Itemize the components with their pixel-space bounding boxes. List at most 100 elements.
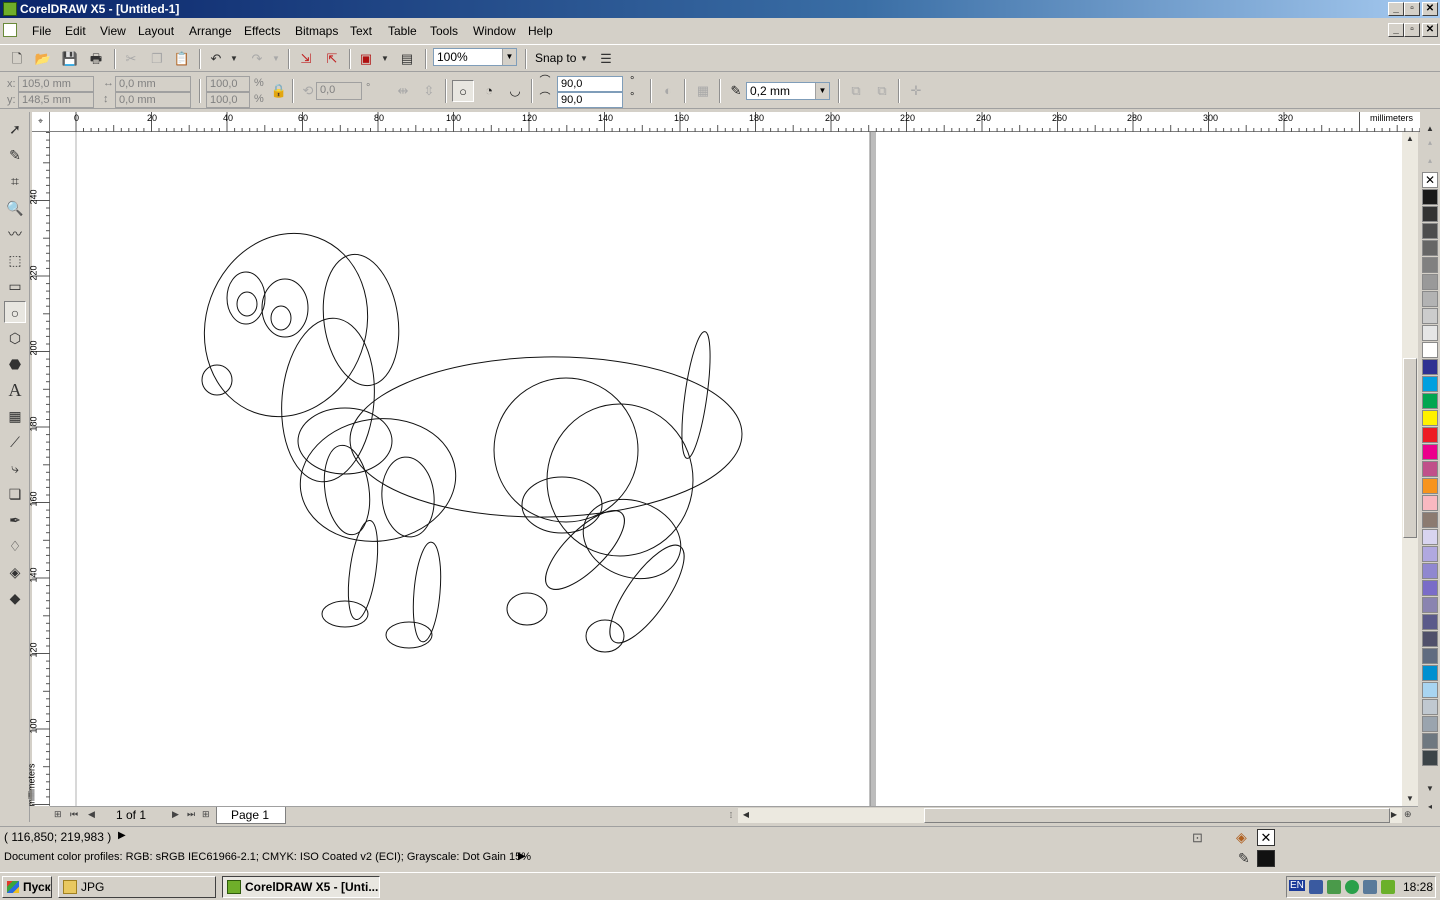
dimension-tool-icon[interactable]: ⟋ xyxy=(4,431,26,453)
fill-color-none-icon[interactable]: ✕ xyxy=(1257,829,1275,846)
palette-scroll-up-page-icon[interactable]: ▴ xyxy=(1422,136,1438,150)
palette-swatch[interactable] xyxy=(1422,512,1438,528)
drawing-canvas[interactable] xyxy=(50,132,1402,806)
palette-swatch[interactable] xyxy=(1422,393,1438,409)
dog-hind-thigh-1[interactable] xyxy=(521,476,603,534)
document-icon[interactable] xyxy=(3,23,17,37)
dog-front-paw-2[interactable] xyxy=(385,621,433,649)
dog-ear-right[interactable] xyxy=(315,249,407,390)
options-icon[interactable]: ☰ xyxy=(596,49,616,69)
next-page-icon[interactable]: ▶ xyxy=(172,809,179,820)
palette-swatch[interactable] xyxy=(1422,376,1438,392)
palette-swatch[interactable] xyxy=(1422,461,1438,477)
x-position-field[interactable]: 105,0 mm xyxy=(18,76,94,92)
zoom-tool-icon[interactable]: 🔍 xyxy=(4,197,26,219)
palette-swatch[interactable] xyxy=(1422,427,1438,443)
outline-color-swatch[interactable] xyxy=(1257,850,1275,867)
task-jpg-folder[interactable]: JPG xyxy=(58,876,216,898)
palette-swatch[interactable] xyxy=(1422,206,1438,222)
arc-direction-icon[interactable]: ◐ xyxy=(657,80,679,102)
dog-hip-2[interactable] xyxy=(546,403,694,557)
dog-front-leg-2-upper[interactable] xyxy=(379,455,438,539)
menu-arrange[interactable]: Arrange xyxy=(189,24,232,38)
palette-swatch[interactable] xyxy=(1422,444,1438,460)
palette-scroll-up-icon[interactable]: ▲ xyxy=(1422,122,1438,136)
palette-scroll-down-icon[interactable]: ▼ xyxy=(1422,782,1438,796)
object-info-icon[interactable]: ⊡ xyxy=(1192,830,1203,846)
shape-tool-icon[interactable]: ✎ xyxy=(4,144,26,166)
add-page-after-icon[interactable]: ⊞ xyxy=(202,809,210,820)
last-page-icon[interactable]: ⏭ xyxy=(187,809,195,820)
menu-view[interactable]: View xyxy=(100,24,126,38)
open-icon[interactable]: 📂 xyxy=(33,49,53,69)
navigator-zoom-icon[interactable]: ⊕ xyxy=(1404,809,1412,820)
doc-close-button[interactable]: ✕ xyxy=(1422,23,1438,37)
basic-shapes-tool-icon[interactable]: ⬣ xyxy=(4,353,26,375)
convert-to-curves-icon[interactable]: ✛ xyxy=(905,80,927,102)
language-indicator[interactable]: EN xyxy=(1289,880,1305,891)
export-icon[interactable]: ⇱ xyxy=(322,49,342,69)
color-profiles-arrow-icon[interactable]: ▶ xyxy=(518,851,526,862)
fill-indicator-icon[interactable]: ◈ xyxy=(1236,829,1247,846)
launcher-dropdown-icon[interactable]: ▼ xyxy=(379,49,391,69)
redo-icon[interactable]: ↷ xyxy=(247,49,267,69)
scale-width-field[interactable]: 100,0 xyxy=(206,76,250,92)
task-coreldraw[interactable]: CorelDRAW X5 - [Unti... xyxy=(222,876,380,898)
dog-body[interactable] xyxy=(349,354,744,521)
horizontal-scroll-thumb[interactable] xyxy=(924,808,1390,823)
add-page-before-icon[interactable]: ⊞ xyxy=(54,809,62,820)
outline-width-dropdown-icon[interactable]: ▼ xyxy=(815,83,829,99)
width-field[interactable]: 0,0 mm xyxy=(115,76,191,92)
menu-edit[interactable]: Edit xyxy=(65,24,86,38)
blend-tool-icon[interactable]: ❏ xyxy=(4,483,26,505)
copy-icon[interactable]: ❐ xyxy=(147,49,167,69)
arc-mode-icon[interactable]: ◡ xyxy=(504,80,526,102)
palette-swatch[interactable] xyxy=(1422,325,1438,341)
palette-swatch[interactable] xyxy=(1422,274,1438,290)
fill-tool-icon[interactable]: ◈ xyxy=(4,561,26,583)
paste-icon[interactable]: 📋 xyxy=(172,49,192,69)
mirror-vertical-icon[interactable]: ⇳ xyxy=(418,80,440,102)
palette-swatch[interactable] xyxy=(1422,240,1438,256)
zoom-level-combo[interactable]: 100% ▼ xyxy=(433,48,517,66)
palette-swatch[interactable] xyxy=(1422,359,1438,375)
palette-swatch[interactable] xyxy=(1422,291,1438,307)
zoom-dropdown-icon[interactable]: ▼ xyxy=(502,49,516,65)
interactive-fill-tool-icon[interactable]: ◆ xyxy=(4,587,26,609)
undo-icon[interactable]: ↶ xyxy=(206,49,226,69)
height-field[interactable]: 0,0 mm xyxy=(115,92,191,108)
scale-height-field[interactable]: 100,0 xyxy=(206,92,250,108)
palette-swatch[interactable] xyxy=(1422,597,1438,613)
tray-antivirus-icon[interactable] xyxy=(1345,880,1359,894)
doc-minimize-button[interactable]: _ xyxy=(1388,23,1404,37)
wrap-text-icon[interactable]: ▦ xyxy=(692,80,714,102)
menu-window[interactable]: Window xyxy=(473,24,516,38)
dog-hip-1[interactable] xyxy=(493,377,639,523)
palette-swatch[interactable] xyxy=(1422,631,1438,647)
doc-restore-button[interactable]: ▫ xyxy=(1404,23,1420,37)
status-flyout-arrow-icon[interactable]: ▶ xyxy=(118,830,126,841)
welcome-screen-icon[interactable]: ▤ xyxy=(397,49,417,69)
new-document-icon[interactable]: 🗋 xyxy=(7,49,27,69)
tray-display-icon[interactable] xyxy=(1363,880,1377,894)
palette-swatch[interactable] xyxy=(1422,563,1438,579)
outline-tool-icon[interactable]: ♢ xyxy=(4,535,26,557)
horizontal-ruler[interactable]: 0 20 40 60 80 100 120 140 160 180 200 22… xyxy=(50,112,1420,132)
dog-hind-leg-2[interactable] xyxy=(597,535,696,653)
polygon-tool-icon[interactable]: ⬡ xyxy=(4,327,26,349)
palette-swatch[interactable] xyxy=(1422,342,1438,358)
start-button[interactable]: Пуск xyxy=(2,876,52,898)
ellipse-tool-icon[interactable]: ○ xyxy=(4,301,26,323)
snap-to-button[interactable]: Snap to xyxy=(535,51,576,65)
import-icon[interactable]: ⇲ xyxy=(296,49,316,69)
application-launcher-icon[interactable]: ▣ xyxy=(356,49,376,69)
dog-hind-thigh-2[interactable] xyxy=(572,486,692,592)
dog-front-shoulder-1[interactable] xyxy=(297,407,393,475)
rotation-field[interactable]: 0,0 xyxy=(316,82,362,100)
dog-nose[interactable] xyxy=(201,364,233,396)
vertical-ruler[interactable]: 240 220 200 180 160 140 120 100 millimet… xyxy=(27,132,50,807)
connector-tool-icon[interactable]: ⤷ xyxy=(4,457,26,479)
undo-dropdown-icon[interactable]: ▼ xyxy=(228,49,240,69)
previous-page-icon[interactable]: ◀ xyxy=(88,809,95,820)
palette-swatch[interactable] xyxy=(1422,189,1438,205)
